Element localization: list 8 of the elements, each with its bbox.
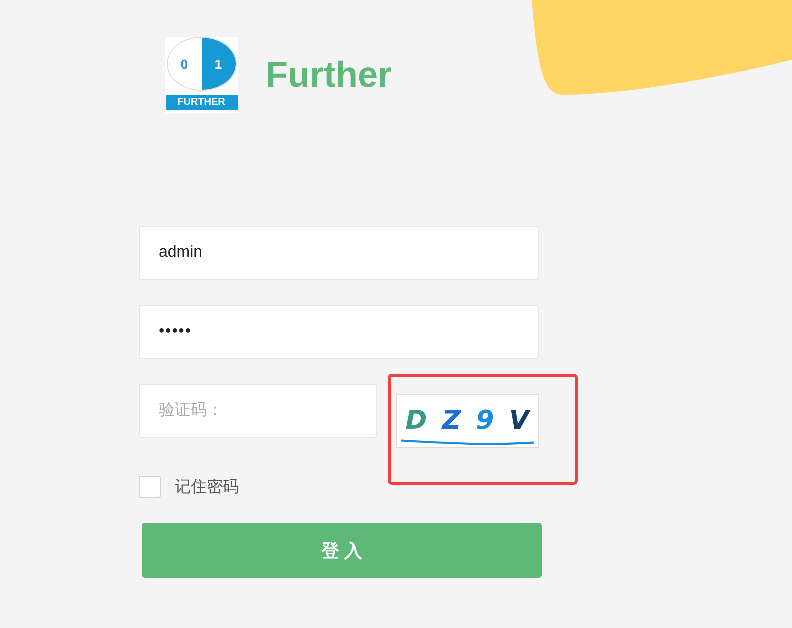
username-field[interactable]: admin — [139, 226, 539, 280]
brand-title: Further — [266, 54, 392, 96]
remember-checkbox[interactable] — [139, 476, 161, 498]
logo: 0 1 FURTHER — [165, 37, 238, 113]
remember-label: 记住密码 — [175, 478, 239, 498]
captcha-image[interactable]: D Z 9 V — [396, 394, 539, 448]
captcha-field[interactable]: 验证码： — [139, 384, 377, 438]
password-field[interactable]: ••••• — [139, 305, 539, 359]
